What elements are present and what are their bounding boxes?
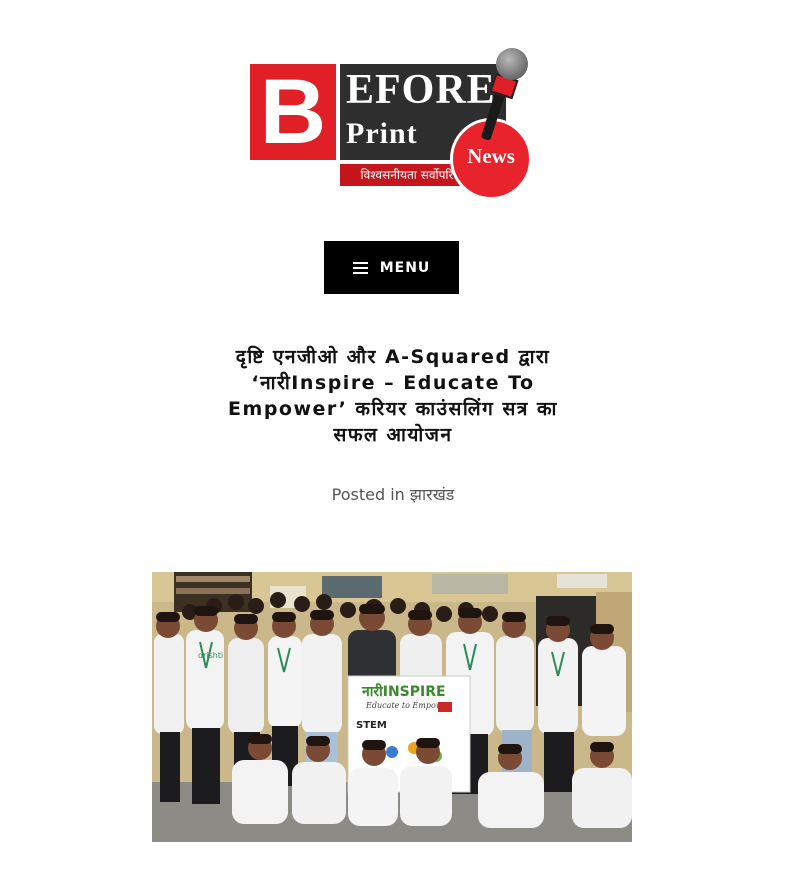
banner-stem: STEM [356,720,387,731]
post-title-line: ‘नारीInspire – Educate To [251,372,535,394]
tshirt-text: drishti [198,651,223,660]
hamburger-icon [352,261,368,274]
post-title-line: Empower’ करियर काउंसलिंग सत्र का [228,398,558,420]
post-title-line: दृष्टि एनजीओ और A-Squared द्वारा [235,346,551,368]
featured-image[interactable]: नारीINSPIRE Educate to Empower STEM dris… [152,572,632,842]
microphone-icon [496,48,528,80]
logo-letter-b: B [250,64,336,160]
logo-news-label: News [467,144,515,168]
menu-label: MENU [379,259,431,276]
site-logo[interactable]: B EFORE Print विश्वसनीयता सर्वोपरि News [248,48,538,200]
logo-word-print: Print [346,117,418,150]
group-photo-image: नारीINSPIRE Educate to Empower STEM dris… [152,572,632,842]
category-link[interactable]: झारखंड [410,485,454,504]
logo-word-before: EFORE [346,67,496,113]
post-title[interactable]: दृष्टि एनजीओ और A-Squared द्वारा ‘नारीIn… [190,344,596,448]
posted-in-label: Posted in [331,485,405,504]
post-meta: Posted in झारखंड [0,483,786,505]
banner-title: नारीINSPIRE [361,683,446,700]
menu-button[interactable]: MENU [324,241,459,294]
post-title-line: सफल आयोजन [333,424,453,446]
